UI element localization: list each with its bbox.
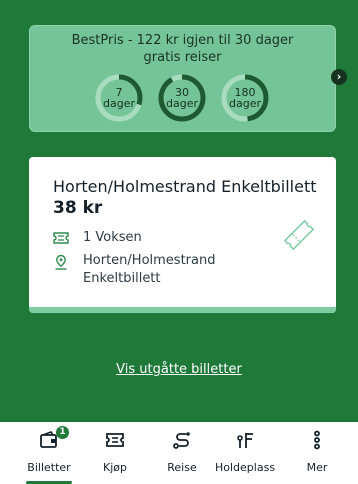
ring-180-days: 180 dager — [221, 74, 269, 122]
location-pin-icon — [55, 254, 67, 270]
ring-30-days: 30 dager — [158, 74, 206, 122]
zone-text: Horten/Holmestrand Enkeltbillett — [83, 252, 215, 288]
ticket-icon — [106, 433, 124, 447]
more-icon — [314, 430, 320, 450]
ring-30-label: 30 dager — [158, 87, 206, 109]
nav-label-reise: Reise — [167, 461, 197, 474]
ticket-outline-icon — [283, 219, 315, 251]
nav-item-mer[interactable]: Mer — [287, 422, 347, 484]
passenger-ticket-icon — [53, 232, 69, 244]
zone-line-1: Horten/Holmestrand — [83, 253, 216, 268]
bottom-nav: 1 Billetter Kjøp Reise Holdeplass Mer — [0, 422, 358, 484]
bestpris-card[interactable]: BestPris - 122 kr igjen til 30 dager gra… — [29, 25, 336, 132]
nav-label-billetter: Billetter — [27, 461, 71, 474]
nav-label-holdeplass: Holdeplass — [215, 461, 276, 474]
nav-item-billetter[interactable]: 1 Billetter — [19, 422, 79, 484]
passenger-text: 1 Voksen — [83, 230, 142, 245]
ticket-title: Horten/Holmestrand Enkeltbillett — [53, 177, 317, 196]
ticket-price: 38 kr — [53, 198, 103, 218]
ring-180-label: 180 dager — [221, 87, 269, 109]
zone-line-2: Enkeltbillett — [83, 271, 161, 286]
ring-180-unit: dager — [229, 97, 261, 110]
billetter-badge: 1 — [56, 426, 69, 439]
ring-7-unit: dager — [103, 97, 135, 110]
nav-label-kjop: Kjøp — [103, 461, 127, 474]
ring-7-label: 7 dager — [95, 87, 143, 109]
expired-tickets-link[interactable]: Vis utgåtte billetter — [0, 362, 358, 377]
bestpris-title: BestPris - 122 kr igjen til 30 dager gra… — [71, 33, 294, 65]
route-icon — [173, 432, 190, 449]
stop-icon — [237, 433, 253, 448]
ticket-bottom-strip — [29, 307, 336, 313]
nav-item-reise[interactable]: Reise — [152, 422, 212, 484]
ring-7-days: 7 dager — [95, 74, 143, 122]
ticket-card[interactable]: Horten/Holmestrand Enkeltbillett 38 kr 1… — [29, 157, 336, 313]
nav-label-mer: Mer — [306, 461, 328, 474]
ring-30-unit: dager — [166, 97, 198, 110]
chevron-right-icon[interactable]: › — [331, 69, 347, 85]
main-area: BestPris - 122 kr igjen til 30 dager gra… — [0, 0, 358, 422]
nav-item-holdeplass[interactable]: Holdeplass — [215, 422, 275, 484]
nav-item-kjop[interactable]: Kjøp — [85, 422, 145, 484]
